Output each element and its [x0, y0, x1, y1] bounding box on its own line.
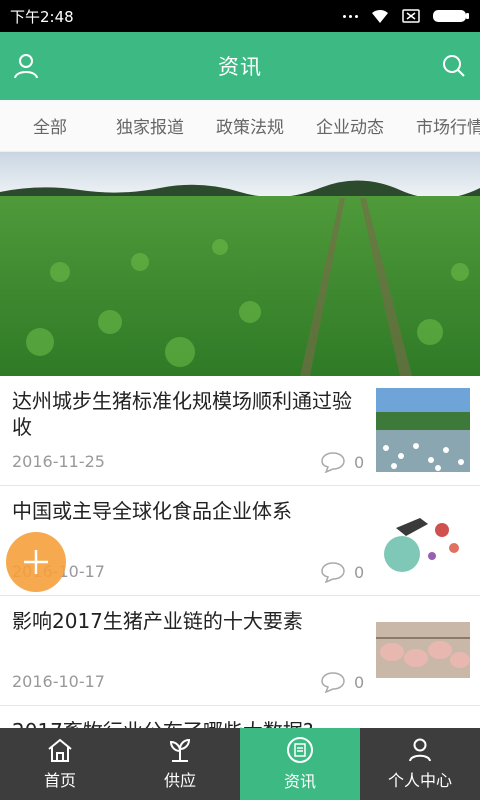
news-item[interactable]: 影响2017生猪产业链的十大要素 2016-10-17 0: [0, 596, 480, 706]
nav-home[interactable]: 首页: [0, 728, 120, 800]
news-date: 2016-10-17: [12, 672, 105, 691]
nav-news[interactable]: 资讯: [240, 728, 360, 800]
tab-market[interactable]: 市场行情: [400, 113, 480, 138]
banner-image[interactable]: [0, 152, 480, 376]
status-time: 下午2:48: [10, 7, 74, 26]
news-title: 达州城步生猪标准化规模场顺利通过验收: [12, 389, 352, 439]
app-header: 资讯: [0, 32, 480, 100]
search-button[interactable]: [438, 50, 470, 82]
news-title: 中国或主导全球化食品企业体系: [12, 499, 292, 523]
comment-number: 0: [354, 562, 365, 582]
tab-all[interactable]: 全部: [0, 113, 100, 138]
nav-label: 个人中心: [387, 771, 452, 790]
nav-profile[interactable]: 个人中心: [360, 728, 480, 800]
comment-number: 0: [354, 452, 365, 472]
nav-supply[interactable]: 供应: [120, 728, 240, 800]
tab-policy[interactable]: 政策法规: [200, 113, 300, 138]
field-photo: [0, 152, 480, 376]
comment-icon: [321, 452, 345, 473]
profile-icon: [409, 738, 431, 762]
nav-label: 资讯: [283, 772, 316, 791]
nav-label: 供应: [163, 771, 196, 790]
home-icon: [48, 738, 72, 762]
page-title: 资讯: [218, 55, 262, 79]
more-dots-icon: [343, 14, 358, 18]
news-thumbnail: [376, 388, 470, 472]
tab-exclusive[interactable]: 独家报道: [100, 113, 200, 138]
news-title: 影响2017生猪产业链的十大要素: [12, 609, 303, 633]
wifi-icon: [372, 9, 388, 23]
news-thumbnail: [376, 608, 470, 692]
comment-count: 0: [320, 451, 364, 473]
sim-icon: [402, 9, 420, 23]
add-fab-button[interactable]: [6, 532, 66, 592]
tab-company[interactable]: 企业动态: [300, 113, 400, 138]
comment-count: 0: [320, 561, 364, 583]
category-tabs: 全部 独家报道 政策法规 企业动态 市场行情: [0, 100, 480, 152]
user-icon: [14, 54, 38, 79]
news-icon: [287, 737, 313, 763]
nav-label: 首页: [43, 771, 76, 790]
news-thumbnail: [376, 498, 470, 582]
plus-icon: [24, 550, 48, 574]
news-item[interactable]: 中国或主导全球化食品企业体系 2016-10-17 0: [0, 486, 480, 596]
comment-count: 0: [320, 671, 364, 693]
bottom-nav: 首页 供应 资讯 个人中心: [0, 728, 480, 800]
comment-icon: [321, 672, 345, 693]
battery-icon: [433, 10, 469, 22]
search-icon: [443, 55, 465, 77]
news-item[interactable]: 达州城步生猪标准化规模场顺利通过验收 2016-11-25 0: [0, 376, 480, 486]
comment-icon: [321, 562, 345, 583]
news-date: 2016-11-25: [12, 452, 105, 471]
comment-number: 0: [354, 672, 365, 692]
status-bar: 下午2:48: [0, 0, 480, 32]
user-button[interactable]: [10, 50, 42, 82]
plant-icon: [169, 738, 191, 762]
